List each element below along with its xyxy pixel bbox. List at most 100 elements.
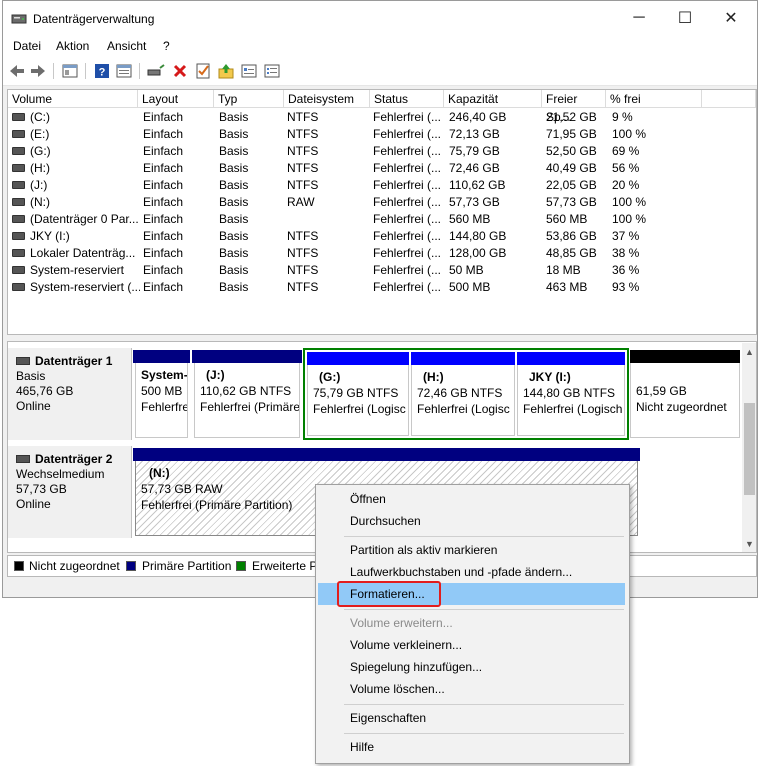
cell-volume: (E:) <box>12 126 140 143</box>
menu-separator <box>344 733 624 734</box>
cell-free: 22,05 GB <box>546 178 597 192</box>
minimize-button[interactable]: ─ <box>616 1 662 35</box>
menu-item-properties[interactable]: Eigenschaften <box>318 707 625 729</box>
table-row[interactable]: (E:) Einfach Basis NTFS Fehlerfrei (... 72,13… <box>8 126 756 143</box>
menu-item-help[interactable]: Hilfe <box>318 736 625 758</box>
disk-1-label[interactable]: Datenträger 1 Basis 465,76 GB Online <box>8 348 132 440</box>
menu-item-browse[interactable]: Durchsuchen <box>318 510 625 532</box>
table-row[interactable]: (N:) Einfach Basis RAW Fehlerfrei (... 57,73 … <box>8 194 756 211</box>
table-row[interactable]: (Datenträger 0 Par... Einfach Basis Fehlerf… <box>8 211 756 228</box>
menu-ansicht[interactable]: Ansicht <box>107 39 146 53</box>
console-tree-icon[interactable] <box>60 61 80 81</box>
table-row[interactable]: JKY (I:) Einfach Basis NTFS Fehlerfrei (... 1… <box>8 228 756 245</box>
table-row[interactable]: (C:) Einfach Basis NTFS Fehlerfrei (... 246,4… <box>8 109 756 126</box>
column-header[interactable]: Freier Sp... <box>542 90 606 124</box>
forward-icon[interactable] <box>28 61 48 81</box>
cell-pct: 37 % <box>612 229 640 243</box>
table-row[interactable]: (H:) Einfach Basis NTFS Fehlerfrei (... 72,46… <box>8 160 756 177</box>
volume-name: System-reserviert <box>30 263 125 277</box>
cell-layout: Einfach <box>143 280 184 294</box>
partition-size: 500 MB <box>141 384 183 398</box>
column-header[interactable]: Kapazität <box>444 90 542 108</box>
window-title: Datenträgerverwaltung <box>33 12 155 26</box>
partition-j[interactable]: (J:) 110,62 GB NTFS Fehlerfrei (Primäre <box>192 350 302 438</box>
scroll-up-icon[interactable]: ▲ <box>745 347 754 357</box>
removable-disk-icon <box>16 454 30 463</box>
menu-item-shrink-volume[interactable]: Volume verkleinern... <box>318 634 625 656</box>
drive-icon <box>12 248 25 257</box>
maximize-button[interactable]: ☐ <box>662 1 708 35</box>
cell-typ: Basis <box>219 246 249 260</box>
menu-help[interactable]: ? <box>163 39 170 53</box>
cell-layout: Einfach <box>143 127 184 141</box>
partition-h[interactable]: (H:) 72,46 GB NTFS Fehlerfrei (Logisc <box>411 352 515 436</box>
table-row[interactable]: (J:) Einfach Basis NTFS Fehlerfrei (... 110,6… <box>8 177 756 194</box>
drive-icon <box>12 231 25 240</box>
properties-icon[interactable] <box>114 61 134 81</box>
volume-name: (H:) <box>30 161 50 175</box>
partition-i[interactable]: JKY (I:) 144,80 GB NTFS Fehlerfrei (Logi… <box>517 352 625 436</box>
menu-aktion[interactable]: Aktion <box>56 39 89 53</box>
menu-item-mark-active[interactable]: Partition als aktiv markieren <box>318 539 625 561</box>
back-icon[interactable] <box>7 61 27 81</box>
disk-size: 465,76 GB <box>16 384 74 398</box>
column-header[interactable]: % frei <box>606 90 702 108</box>
cell-cap: 57,73 GB <box>449 195 500 209</box>
options-icon[interactable] <box>239 61 259 81</box>
delete-icon[interactable] <box>170 61 190 81</box>
scroll-thumb[interactable] <box>744 403 755 495</box>
menu-item-delete-volume[interactable]: Volume löschen... <box>318 678 625 700</box>
partition-status: Fehlerfrei (Primäre <box>200 400 300 414</box>
toolbar-separator <box>139 63 140 79</box>
column-header[interactable]: Volume <box>8 90 138 108</box>
legend-label: Erweiterte Pa <box>252 559 325 573</box>
cell-typ: Basis <box>219 229 249 243</box>
volume-list-panel: Volume Layout Typ Dateisystem Status Kapazitä… <box>7 89 757 335</box>
help-icon[interactable]: ? <box>92 61 112 81</box>
menu-datei[interactable]: Datei <box>13 39 41 53</box>
legend-swatch-primary <box>126 561 136 571</box>
scroll-down-icon[interactable]: ▼ <box>745 539 754 549</box>
partition-status: Fehlerfrei (Logisc <box>417 402 510 416</box>
close-button[interactable]: ✕ <box>708 1 754 35</box>
cell-status: Fehlerfrei (... <box>373 280 442 294</box>
column-header[interactable]: Layout <box>138 90 214 108</box>
column-header[interactable]: Dateisystem <box>284 90 370 108</box>
drive-icon <box>12 112 25 121</box>
cell-status: Fehlerfrei (... <box>373 212 442 226</box>
menu-item-add-mirror[interactable]: Spiegelung hinzufügen... <box>318 656 625 678</box>
partition-status: Fehlerfrei (Logisch <box>523 402 623 416</box>
partition-g[interactable]: (G:) 75,79 GB NTFS Fehlerfrei (Logisc <box>307 352 409 436</box>
column-header[interactable]: Status <box>370 90 444 108</box>
cell-pct: 93 % <box>612 280 640 294</box>
disk-icon <box>16 356 30 365</box>
table-row[interactable]: System-reserviert Einfach Basis NTFS Fehlerf… <box>8 262 756 279</box>
connect-disk-icon[interactable] <box>146 61 166 81</box>
table-row[interactable]: (G:) Einfach Basis NTFS Fehlerfrei (... 75,79… <box>8 143 756 160</box>
cell-volume: (H:) <box>12 160 140 177</box>
table-row[interactable]: Lokaler Datenträg... Einfach Basis NTFS Fehl… <box>8 245 756 262</box>
vertical-scrollbar[interactable]: ▲ ▼ <box>742 343 756 552</box>
drive-icon <box>12 163 25 172</box>
partition-unallocated[interactable]: 61,59 GB Nicht zugeordnet <box>630 350 740 438</box>
partition-title: (H:) <box>423 370 444 384</box>
cell-layout: Einfach <box>143 195 184 209</box>
up-folder-icon[interactable] <box>216 61 236 81</box>
cell-fs: RAW <box>287 195 315 209</box>
cell-cap: 246,40 GB <box>449 110 507 124</box>
cell-volume: (G:) <box>12 143 140 160</box>
cell-cap: 560 MB <box>449 212 491 226</box>
cell-free: 463 MB <box>546 280 588 294</box>
disk-2-label[interactable]: Datenträger 2 Wechselmedium 57,73 GB Onl… <box>8 446 132 538</box>
column-header[interactable]: Typ <box>214 90 284 108</box>
svg-text:?: ? <box>99 67 106 79</box>
menu-item-open[interactable]: Öffnen <box>318 488 625 510</box>
table-row[interactable]: System-reserviert (... Einfach Basis NTFS Fe… <box>8 279 756 296</box>
partition-status: Nicht zugeordnet <box>636 400 727 414</box>
list-view-icon[interactable] <box>262 61 282 81</box>
cell-free: 18 MB <box>546 263 581 277</box>
cell-layout: Einfach <box>143 110 184 124</box>
partition-system-reserved[interactable]: System- 500 MB Fehlerfrei <box>133 350 190 438</box>
menu-item-change-drive-letter[interactable]: Laufwerkbuchstaben und -pfade ändern... <box>318 561 625 583</box>
checklist-icon[interactable] <box>193 61 213 81</box>
